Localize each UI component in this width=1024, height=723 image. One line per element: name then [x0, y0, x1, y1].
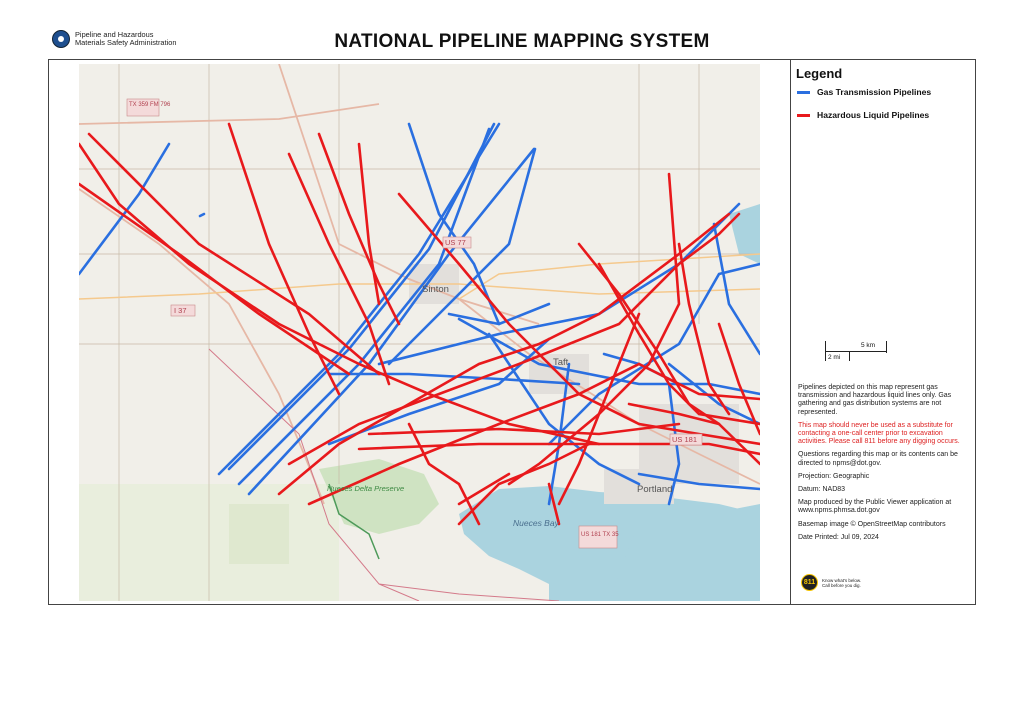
legend-item-gas: Gas Transmission Pipelines: [797, 87, 931, 97]
gas-line-swatch-icon: [797, 90, 810, 94]
liquid-line-swatch-icon: [797, 113, 810, 117]
place-label-taft: Taft: [553, 357, 569, 368]
shield-us181: US 181: [672, 435, 697, 444]
shield-i37: I 37: [174, 306, 187, 315]
call-811-logo: 811 Know what's below. Call before you d…: [801, 574, 862, 591]
note-811-warning: This map should never be used as a subst…: [798, 421, 960, 446]
note-produced: Map produced by the Public Viewer applic…: [798, 499, 952, 515]
shield-us77: US 77: [445, 238, 466, 247]
scale-mi-label: 2 mi: [828, 354, 841, 361]
map-canvas[interactable]: Sinton Taft Portland Nueces Bay Nueces D…: [79, 64, 760, 601]
place-label-nueces-bay: Nueces Bay: [513, 518, 560, 528]
note-contact: Questions regarding this map or its cont…: [798, 451, 958, 467]
note-basemap: Basemap image © OpenStreetMap contributo…: [798, 520, 946, 528]
legend-item-liquid: Hazardous Liquid Pipelines: [797, 110, 929, 120]
legend-label-liquid: Hazardous Liquid Pipelines: [817, 110, 930, 120]
legend-label-gas: Gas Transmission Pipelines: [817, 87, 932, 97]
note-coverage: Pipelines depicted on this map represent…: [798, 384, 952, 416]
shield-tx359: TX 359 FM 796: [129, 102, 171, 108]
map-notes: Pipelines depicted on this map represent…: [798, 384, 970, 547]
place-label-nueces-delta: Nueces Delta Preserve: [327, 484, 404, 493]
call-811-badge-icon: 811: [801, 574, 818, 591]
shield-us181-tx35: US 181 TX 35: [581, 532, 619, 538]
scale-km-label: 5 km: [861, 342, 876, 349]
note-projection: Projection: Geographic: [798, 472, 870, 480]
scale-bar: 5 km 2 mi: [825, 341, 887, 367]
note-datum: Datum: NAD83: [798, 486, 846, 494]
page-title: NATIONAL PIPELINE MAPPING SYSTEM: [334, 31, 710, 52]
call-811-tagline: Know what's below. Call before you dig.: [822, 577, 862, 588]
pipeline-map[interactable]: Sinton Taft Portland Nueces Bay Nueces D…: [79, 64, 760, 601]
place-label-portland: Portland: [637, 484, 672, 495]
legend-panel: Legend Gas Transmission Pipelines Hazard…: [790, 60, 976, 604]
note-date-printed: Date Printed: Jul 09, 2024: [798, 533, 879, 541]
place-label-sinton: Sinton: [422, 284, 449, 295]
legend-title: Legend: [796, 66, 843, 81]
